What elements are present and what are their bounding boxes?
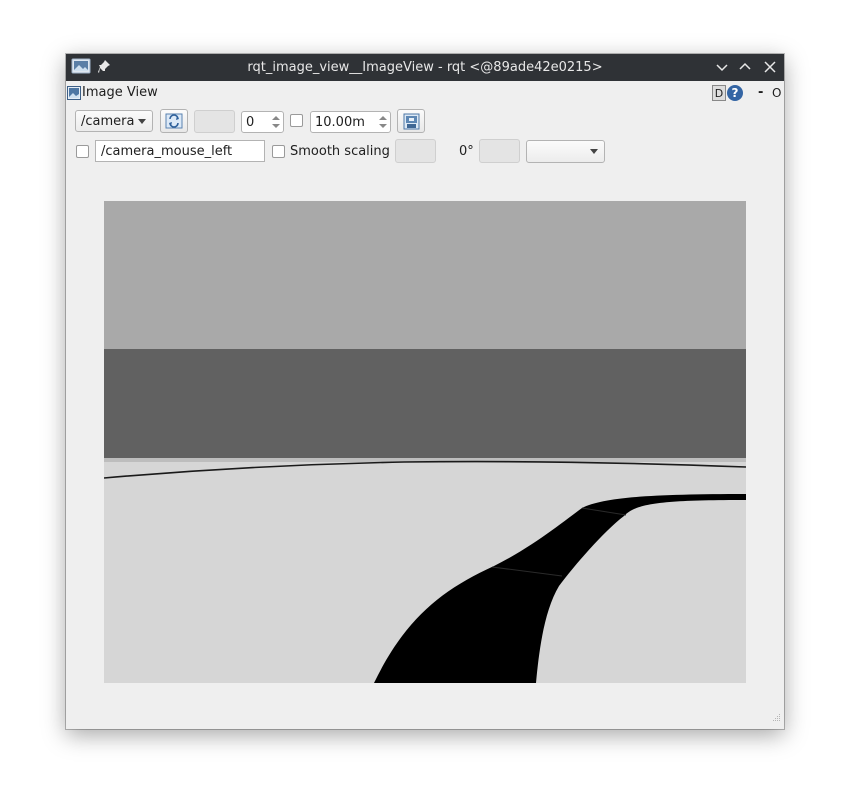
camera-image[interactable] [104,201,746,683]
minimize-icon[interactable] [713,58,731,76]
spin-down-icon[interactable] [272,124,280,128]
duration-up-icon[interactable] [379,116,387,120]
duration-checkbox[interactable] [290,114,303,127]
rqt-window: rqt_image_view__ImageView - rqt <@89ade4… [66,54,784,729]
help-icon: ? [727,85,743,101]
smooth-scaling-label: Smooth scaling [290,144,390,159]
title-bar[interactable]: rqt_image_view__ImageView - rqt <@89ade4… [66,54,784,81]
duration-down-icon[interactable] [379,124,387,128]
smooth-scaling-checkbox[interactable] [272,145,285,158]
save-image-icon [403,113,420,134]
wall-region [104,349,746,459]
options-row: Smooth scaling 0° [66,139,784,165]
refresh-icon [165,113,183,133]
dock-title: Image View [82,85,158,100]
chevron-down-icon [138,119,146,124]
mouse-topic-input[interactable] [95,140,265,162]
refresh-topics-button[interactable] [160,109,188,133]
image-view-icon [67,86,81,104]
topic-combobox[interactable]: /camera [75,110,153,132]
resize-grip-icon[interactable] [771,711,781,726]
toolbar-row: /camera 0 10.00m [66,109,784,135]
mouse-topic-field[interactable] [96,141,264,161]
dock-close-button[interactable]: O [772,86,781,100]
close-icon[interactable] [761,58,779,76]
sky-region [104,201,746,349]
duration-spinbox[interactable]: 10.00m [310,111,391,133]
d-badge: D [712,85,726,101]
maximize-icon[interactable] [736,58,754,76]
rotation-label: 0° [459,144,474,159]
window-title: rqt_image_view__ImageView - rqt <@89ade4… [247,60,603,75]
chevron-down-icon [590,149,598,154]
rotate-left-button[interactable] [395,139,436,163]
dock-minimize-button[interactable]: - [758,85,763,100]
topic-value: /camera [81,114,135,129]
help-button[interactable]: D ? [712,85,744,102]
spin-up-icon[interactable] [272,116,280,120]
spin-value: 0 [246,115,255,130]
save-image-button[interactable] [397,109,425,133]
mouse-publish-checkbox[interactable] [76,145,89,158]
camera-scene [104,201,746,683]
dock-title-bar: Image View D ? - O [66,82,784,104]
zoom-button[interactable] [194,110,235,133]
duration-value: 10.00m [315,115,365,130]
color-scheme-combobox[interactable] [526,140,605,163]
rotate-right-button[interactable] [479,139,520,163]
number-spinbox[interactable]: 0 [241,111,284,133]
